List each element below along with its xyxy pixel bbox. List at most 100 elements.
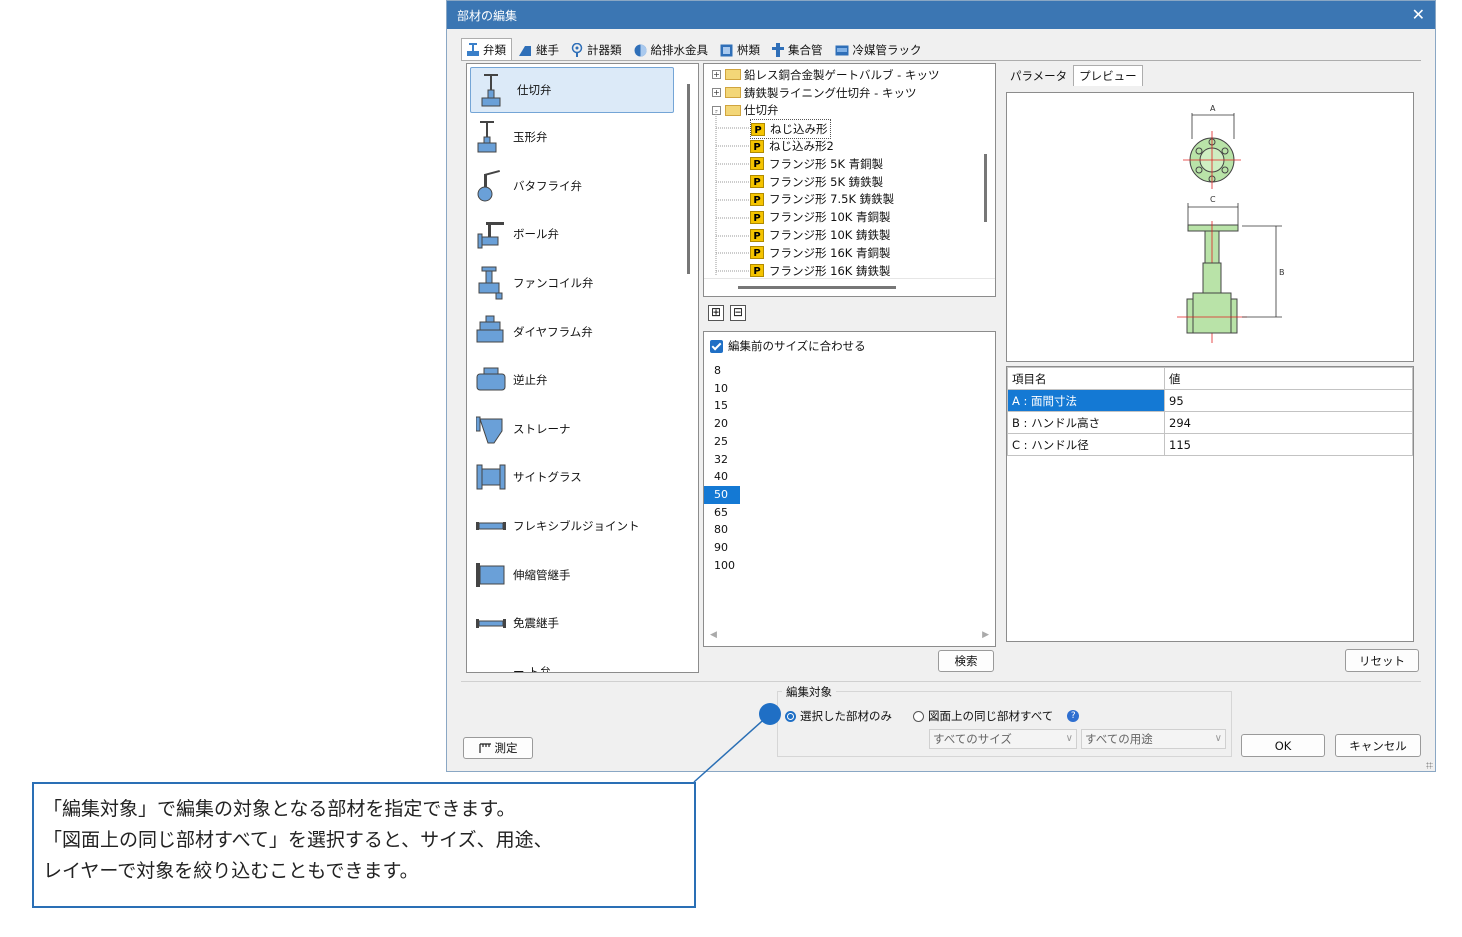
globe-valve-icon [473, 119, 509, 155]
tree-item[interactable]: P フランジ形 16K 青銅製 [750, 244, 891, 262]
callout-line-1: 「編集対象」で編集の対象となる部材を指定できます。 [43, 798, 516, 820]
param-value[interactable]: 115 [1164, 433, 1413, 456]
close-icon[interactable]: ✕ [1412, 7, 1425, 23]
table-row[interactable]: B : ハンドル高さ 294 [1007, 411, 1413, 434]
flexible-joint-icon [473, 508, 509, 544]
valve-partial-icon [473, 654, 509, 672]
tree-item[interactable]: P フランジ形 7.5K 鋳鉄製 [750, 191, 894, 209]
valve-preview: A C B [1006, 92, 1414, 362]
search-button[interactable]: 検索 [938, 650, 994, 672]
param-value[interactable]: 95 [1164, 389, 1413, 412]
table-header: 項目名 値 [1007, 367, 1413, 390]
tab-fittings[interactable]: 継手 [512, 38, 565, 61]
size-filter-select[interactable]: すべてのサイズ ∨ [929, 729, 1077, 749]
radio-all-same-parts[interactable]: 図面上の同じ部材すべて ? [913, 708, 1080, 724]
footer-divider [461, 681, 1421, 682]
list-item[interactable]: 100 [704, 557, 740, 575]
list-item[interactable]: 玉形弁 [467, 113, 698, 162]
list-item[interactable]: ボール弁 [467, 210, 698, 259]
match-size-checkbox[interactable]: 編集前のサイズに合わせる [710, 338, 866, 354]
tabs-divider [461, 60, 1421, 61]
cancel-button[interactable]: キャンセル [1335, 734, 1421, 757]
list-item[interactable]: フレキシブルジョイント [467, 502, 698, 551]
chevron-down-icon: ∨ [1214, 733, 1222, 744]
tree-item[interactable]: P フランジ形 16K 鋳鉄製 [750, 262, 891, 280]
part-tree[interactable]: + 鉛レス銅合金製ゲートバルブ - キッツ + 鋳鉄製ライニング仕切弁 - キッツ … [703, 63, 996, 297]
tab-manifolds[interactable]: 集合管 [766, 38, 829, 61]
table-row[interactable]: A : 面間寸法 95 [1007, 389, 1413, 412]
list-item[interactable]: 40 [704, 468, 740, 486]
help-icon[interactable]: ? [1067, 710, 1080, 722]
tab-parameters[interactable]: パラメータ [1004, 65, 1073, 86]
list-item[interactable]: 仕切弁 [470, 67, 674, 113]
tab-preview[interactable]: プレビュー [1073, 65, 1143, 86]
list-item[interactable]: 15 [704, 397, 740, 415]
list-item[interactable]: 50 [704, 485, 740, 504]
reset-button[interactable]: リセット [1345, 649, 1419, 672]
list-item[interactable]: 32 [704, 451, 740, 469]
list-item[interactable]: サイトグラス [467, 453, 698, 502]
resize-grip-icon[interactable] [1426, 762, 1433, 769]
dim-label-b: B [1279, 268, 1285, 277]
gate-valve-drawing: A C B [1177, 104, 1285, 343]
strainer-icon [473, 411, 509, 447]
tab-valves[interactable]: 弁類 [461, 38, 512, 61]
callout-marker [759, 703, 781, 725]
list-item[interactable]: 80 [704, 521, 740, 539]
radio-unchecked-icon [913, 710, 924, 722]
list-item[interactable]: ファンコイル弁 [467, 259, 698, 308]
list-item[interactable]: ストレーナ [467, 405, 698, 454]
param-value[interactable]: 294 [1164, 411, 1413, 434]
parameter-table: 項目名 値 A : 面間寸法 95 B : ハンドル高さ 294 C : ハンド… [1006, 366, 1414, 642]
tree-horizontal-scrollbar[interactable] [738, 286, 896, 289]
scroll-right-icon[interactable]: ▶ [982, 630, 989, 640]
drain-fixture-icon [634, 44, 646, 56]
tab-drain-fixtures[interactable]: 給排水金具 [628, 38, 715, 61]
chevron-down-icon: ∨ [1065, 733, 1073, 744]
list-item[interactable]: 90 [704, 539, 740, 557]
tree-item[interactable]: P フランジ形 5K 鋳鉄製 [750, 173, 883, 191]
radio-checked-icon [785, 710, 796, 722]
tree-vertical-scrollbar[interactable] [984, 154, 987, 222]
dim-label-a: A [1210, 104, 1216, 113]
tree-item[interactable]: P フランジ形 10K 青銅製 [750, 208, 891, 226]
tree-item[interactable]: P フランジ形 10K 鋳鉄製 [750, 226, 891, 244]
ok-button[interactable]: OK [1241, 734, 1325, 757]
param-name: B : ハンドル高さ [1007, 411, 1165, 434]
list-item[interactable]: バタフライ弁 [467, 162, 698, 211]
list-item[interactable]: 8 [704, 362, 740, 380]
list-item[interactable]: ー ト弁 [467, 648, 698, 672]
list-item[interactable]: 免震継手 [467, 599, 698, 648]
usage-filter-select[interactable]: すべての用途 ∨ [1081, 729, 1226, 749]
measure-button[interactable]: 測定 [463, 737, 533, 759]
list-item[interactable]: 25 [704, 433, 740, 451]
tree-connector-lines [715, 110, 750, 275]
column-header-value: 値 [1164, 367, 1413, 390]
list-scrollbar[interactable] [687, 84, 690, 274]
param-name: A : 面間寸法 [1007, 389, 1165, 412]
basin-icon [720, 44, 733, 56]
edit-parts-dialog: 部材の編集 ✕ 弁類 継手 計器類 給排水金具 桝類 集合管 冷媒管ラック 仕切… [446, 0, 1436, 772]
butterfly-valve-icon [473, 168, 509, 204]
tab-basins[interactable]: 桝類 [714, 38, 766, 61]
tree-item[interactable]: P フランジ形 5K 青銅製 [750, 155, 883, 173]
ruler-icon [478, 742, 491, 753]
list-item[interactable]: 逆止弁 [467, 356, 698, 405]
list-item[interactable]: 20 [704, 415, 740, 433]
table-row[interactable]: C : ハンドル径 115 [1007, 433, 1413, 456]
part-type-list[interactable]: 仕切弁 玉形弁 バタフライ弁 ボール弁 ファンコイル弁 ダイヤフラム弁 逆止弁 … [466, 63, 699, 673]
radio-selected-only[interactable]: 選択した部材のみ [785, 708, 892, 724]
tab-meters[interactable]: 計器類 [565, 38, 628, 61]
list-item[interactable]: 65 [704, 504, 740, 522]
expand-all-button[interactable]: ⊞ [708, 305, 724, 321]
list-item[interactable]: 伸縮管継手 [467, 550, 698, 599]
list-item[interactable]: ダイヤフラム弁 [467, 307, 698, 356]
list-item[interactable]: 10 [704, 380, 740, 398]
gate-valve-icon [477, 72, 513, 108]
callout-line-3: レイヤーで対象を絞り込むこともできます。 [43, 860, 419, 882]
dim-label-c: C [1210, 195, 1216, 204]
collapse-all-button[interactable]: ⊟ [730, 305, 746, 321]
scroll-left-icon[interactable]: ◀ [710, 630, 717, 640]
size-list[interactable]: 編集前のサイズに合わせる 8 10 15 20 25 32 40 50 65 8… [703, 331, 996, 647]
tab-refrigerant-racks[interactable]: 冷媒管ラック [829, 38, 928, 61]
